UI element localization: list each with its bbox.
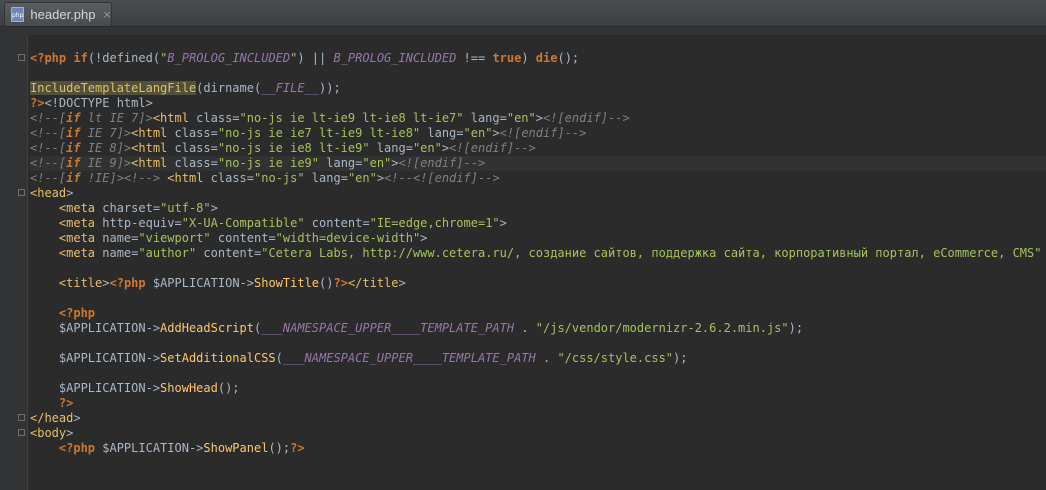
fold-marker-icon[interactable]: [18, 54, 25, 61]
code-line: $APPLICATION->AddHeadScript(___NAMESPACE…: [30, 321, 804, 335]
code-line: ?><!DOCTYPE html>: [30, 96, 153, 110]
code-line: <?php $APPLICATION->ShowPanel();?>: [58, 441, 305, 455]
code-line-current: <!--[if IE 9]><html class="no-js ie ie9"…: [30, 156, 1046, 171]
code-line: <!--[if IE 8]><html class="no-js ie ie8 …: [30, 141, 536, 155]
code-area[interactable]: <?php if(!defined("B_PROLOG_INCLUDED") |…: [18, 51, 1046, 486]
code-line: $APPLICATION->ShowHead();: [30, 381, 240, 395]
fold-marker-icon[interactable]: [18, 189, 25, 196]
php-file-icon: php: [11, 7, 25, 22]
code-line: IncludeTemplateLangFile(dirname(__FILE__…: [30, 81, 341, 95]
code-line: $APPLICATION->SetAdditionalCSS(___NAMESP…: [30, 351, 688, 365]
fold-marker-icon[interactable]: [18, 414, 25, 421]
code-line: <!--[if !IE]><!--> <html class="no-js" l…: [30, 171, 500, 185]
code-line: <meta name="viewport" content="width=dev…: [58, 231, 428, 245]
code-line: <!--[if IE 7]><html class="no-js ie ie7 …: [30, 126, 587, 140]
code-line: <head>: [18, 186, 1046, 201]
code-line: <!--[if lt IE 7]><html class="no-js ie l…: [30, 111, 630, 125]
code-line: <body>: [18, 426, 1046, 441]
fold-marker-icon[interactable]: [18, 429, 25, 436]
tab-separator: [0, 27, 1046, 35]
code-line: <?php: [58, 306, 96, 320]
code-line: <title><?php $APPLICATION->ShowTitle()?>…: [58, 276, 406, 290]
code-line: <meta http-equiv="X-UA-Compatible" conte…: [58, 216, 507, 230]
code-line: <meta name="author" content="Cetera Labs…: [58, 246, 1042, 260]
code-line: <?php if(!defined("B_PROLOG_INCLUDED") |…: [18, 51, 1046, 66]
code-editor[interactable]: <?php if(!defined("B_PROLOG_INCLUDED") |…: [0, 35, 1046, 490]
code-line: </head>: [18, 411, 1046, 426]
code-line: <meta charset="utf-8">: [58, 201, 218, 215]
close-icon[interactable]: ×: [103, 8, 112, 21]
file-tab-label: header.php: [30, 7, 96, 22]
file-tab[interactable]: php header.php ×: [4, 2, 112, 26]
line-gutter: [0, 35, 28, 490]
code-line: ?>: [58, 396, 74, 410]
editor-tab-bar: php header.php ×: [0, 0, 1046, 27]
